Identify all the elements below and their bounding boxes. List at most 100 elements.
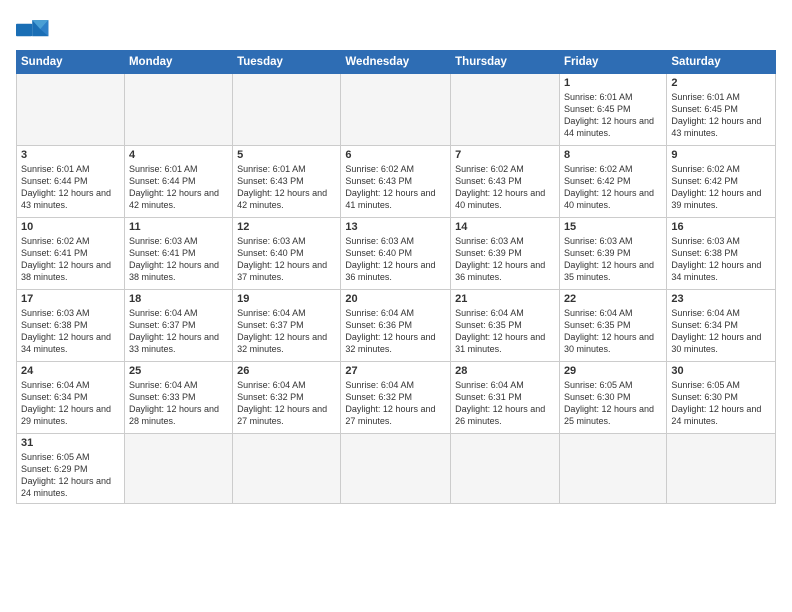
calendar-cell [233, 434, 341, 504]
calendar-cell: 12Sunrise: 6:03 AM Sunset: 6:40 PM Dayli… [233, 218, 341, 290]
calendar-week-row: 1 Sunrise: 6:01 AM Sunset: 6:45 PM Daylig… [17, 74, 776, 146]
calendar-cell: 27 Sunrise: 6:04 AM Sunset: 6:32 PM Dayli… [341, 362, 451, 434]
calendar-cell: 8Sunrise: 6:02 AM Sunset: 6:42 PM Daylig… [559, 146, 666, 218]
calendar-header-friday: Friday [559, 51, 666, 74]
calendar-cell [451, 74, 560, 146]
calendar-cell: 22Sunrise: 6:04 AM Sunset: 6:35 PM Dayli… [559, 290, 666, 362]
day-number: 25 [129, 365, 228, 377]
calendar-cell: 26 Sunrise: 6:04 AM Sunset: 6:32 PM Dayli… [233, 362, 341, 434]
calendar-week-row: 24 Sunrise: 6:04 AM Sunset: 6:34 PM Dayli… [17, 362, 776, 434]
header [16, 16, 776, 44]
day-number: 7 [455, 149, 555, 161]
calendar-cell [341, 74, 451, 146]
calendar-cell: 5Sunrise: 6:01 AM Sunset: 6:43 PM Daylig… [233, 146, 341, 218]
day-info: Sunrise: 6:03 AM Sunset: 6:40 PM Dayligh… [237, 235, 336, 284]
calendar-cell [124, 434, 232, 504]
calendar-cell [17, 74, 125, 146]
calendar-week-row: 10Sunrise: 6:02 AM Sunset: 6:41 PM Dayli… [17, 218, 776, 290]
calendar-cell: 3Sunrise: 6:01 AM Sunset: 6:44 PM Daylig… [17, 146, 125, 218]
calendar-header-row: SundayMondayTuesdayWednesdayThursdayFrid… [17, 51, 776, 74]
day-number: 1 [564, 77, 662, 89]
day-number: 31 [21, 437, 120, 449]
day-number: 10 [21, 221, 120, 233]
calendar-cell: 4 Sunrise: 6:01 AM Sunset: 6:44 PM Daylig… [124, 146, 232, 218]
day-info: Sunrise: 6:03 AM Sunset: 6:41 PM Dayligh… [129, 235, 228, 284]
day-number: 19 [237, 293, 336, 305]
day-number: 26 [237, 365, 336, 377]
calendar-cell: 11 Sunrise: 6:03 AM Sunset: 6:41 PM Dayli… [124, 218, 232, 290]
calendar-header-saturday: Saturday [667, 51, 776, 74]
day-number: 11 [129, 221, 228, 233]
day-info: Sunrise: 6:01 AM Sunset: 6:45 PM Dayligh… [671, 91, 771, 140]
calendar-cell: 25 Sunrise: 6:04 AM Sunset: 6:33 PM Dayli… [124, 362, 232, 434]
calendar-cell: 7 Sunrise: 6:02 AM Sunset: 6:43 PM Daylig… [451, 146, 560, 218]
calendar-cell: 24 Sunrise: 6:04 AM Sunset: 6:34 PM Dayli… [17, 362, 125, 434]
day-number: 14 [455, 221, 555, 233]
page: SundayMondayTuesdayWednesdayThursdayFrid… [0, 0, 792, 512]
day-info: Sunrise: 6:04 AM Sunset: 6:31 PM Dayligh… [455, 379, 555, 428]
day-info: Sunrise: 6:05 AM Sunset: 6:29 PM Dayligh… [21, 451, 120, 500]
day-info: Sunrise: 6:04 AM Sunset: 6:34 PM Dayligh… [671, 307, 771, 356]
day-number: 8 [564, 149, 662, 161]
calendar-cell: 17Sunrise: 6:03 AM Sunset: 6:38 PM Dayli… [17, 290, 125, 362]
day-info: Sunrise: 6:05 AM Sunset: 6:30 PM Dayligh… [671, 379, 771, 428]
calendar-header-thursday: Thursday [451, 51, 560, 74]
day-number: 17 [21, 293, 120, 305]
day-number: 15 [564, 221, 662, 233]
day-number: 18 [129, 293, 228, 305]
day-info: Sunrise: 6:02 AM Sunset: 6:43 PM Dayligh… [455, 163, 555, 212]
calendar-header-wednesday: Wednesday [341, 51, 451, 74]
day-number: 22 [564, 293, 662, 305]
day-info: Sunrise: 6:03 AM Sunset: 6:39 PM Dayligh… [564, 235, 662, 284]
day-info: Sunrise: 6:05 AM Sunset: 6:30 PM Dayligh… [564, 379, 662, 428]
generalblue-logo-icon [16, 16, 52, 44]
day-number: 4 [129, 149, 228, 161]
calendar-cell: 21 Sunrise: 6:04 AM Sunset: 6:35 PM Dayli… [451, 290, 560, 362]
day-info: Sunrise: 6:03 AM Sunset: 6:38 PM Dayligh… [671, 235, 771, 284]
calendar-cell: 28 Sunrise: 6:04 AM Sunset: 6:31 PM Dayli… [451, 362, 560, 434]
day-info: Sunrise: 6:01 AM Sunset: 6:43 PM Dayligh… [237, 163, 336, 212]
calendar-header-monday: Monday [124, 51, 232, 74]
day-info: Sunrise: 6:01 AM Sunset: 6:44 PM Dayligh… [129, 163, 228, 212]
day-number: 28 [455, 365, 555, 377]
day-number: 24 [21, 365, 120, 377]
calendar-cell: 1Sunrise: 6:01 AM Sunset: 6:45 PM Daylig… [559, 74, 666, 146]
day-info: Sunrise: 6:04 AM Sunset: 6:32 PM Dayligh… [345, 379, 446, 428]
calendar-cell: 18 Sunrise: 6:04 AM Sunset: 6:37 PM Dayli… [124, 290, 232, 362]
calendar-cell: 9Sunrise: 6:02 AM Sunset: 6:42 PM Daylig… [667, 146, 776, 218]
calendar-cell: 31 Sunrise: 6:05 AM Sunset: 6:29 PM Dayli… [17, 434, 125, 504]
calendar-cell [341, 434, 451, 504]
day-info: Sunrise: 6:04 AM Sunset: 6:35 PM Dayligh… [455, 307, 555, 356]
logo [16, 16, 56, 44]
day-number: 3 [21, 149, 120, 161]
calendar-week-row: 17Sunrise: 6:03 AM Sunset: 6:38 PM Dayli… [17, 290, 776, 362]
calendar-cell [124, 74, 232, 146]
calendar-cell [233, 74, 341, 146]
day-number: 20 [345, 293, 446, 305]
day-info: Sunrise: 6:04 AM Sunset: 6:37 PM Dayligh… [129, 307, 228, 356]
calendar-cell: 10Sunrise: 6:02 AM Sunset: 6:41 PM Dayli… [17, 218, 125, 290]
day-info: Sunrise: 6:04 AM Sunset: 6:33 PM Dayligh… [129, 379, 228, 428]
calendar-cell: 15 Sunrise: 6:03 AM Sunset: 6:39 PM Dayli… [559, 218, 666, 290]
calendar-week-row: 3 Sunrise: 6:01 AM Sunset: 6:44 PM Daylig… [17, 146, 776, 218]
day-number: 27 [345, 365, 446, 377]
calendar-cell: 14Sunrise: 6:03 AM Sunset: 6:39 PM Dayli… [451, 218, 560, 290]
day-info: Sunrise: 6:04 AM Sunset: 6:34 PM Dayligh… [21, 379, 120, 428]
calendar-week-row: 31 Sunrise: 6:05 AM Sunset: 6:29 PM Dayli… [17, 434, 776, 504]
day-info: Sunrise: 6:02 AM Sunset: 6:42 PM Dayligh… [671, 163, 771, 212]
day-number: 6 [345, 149, 446, 161]
calendar-cell: 19 Sunrise: 6:04 AM Sunset: 6:37 PM Dayli… [233, 290, 341, 362]
calendar-cell [667, 434, 776, 504]
day-info: Sunrise: 6:04 AM Sunset: 6:32 PM Dayligh… [237, 379, 336, 428]
calendar-cell: 30 Sunrise: 6:05 AM Sunset: 6:30 PM Dayli… [667, 362, 776, 434]
day-info: Sunrise: 6:04 AM Sunset: 6:37 PM Dayligh… [237, 307, 336, 356]
day-number: 30 [671, 365, 771, 377]
calendar-header-sunday: Sunday [17, 51, 125, 74]
calendar-table: SundayMondayTuesdayWednesdayThursdayFrid… [16, 50, 776, 504]
day-info: Sunrise: 6:02 AM Sunset: 6:43 PM Dayligh… [345, 163, 446, 212]
day-info: Sunrise: 6:03 AM Sunset: 6:40 PM Dayligh… [345, 235, 446, 284]
day-number: 16 [671, 221, 771, 233]
day-number: 21 [455, 293, 555, 305]
calendar-cell [559, 434, 666, 504]
calendar-cell: 13Sunrise: 6:03 AM Sunset: 6:40 PM Dayli… [341, 218, 451, 290]
